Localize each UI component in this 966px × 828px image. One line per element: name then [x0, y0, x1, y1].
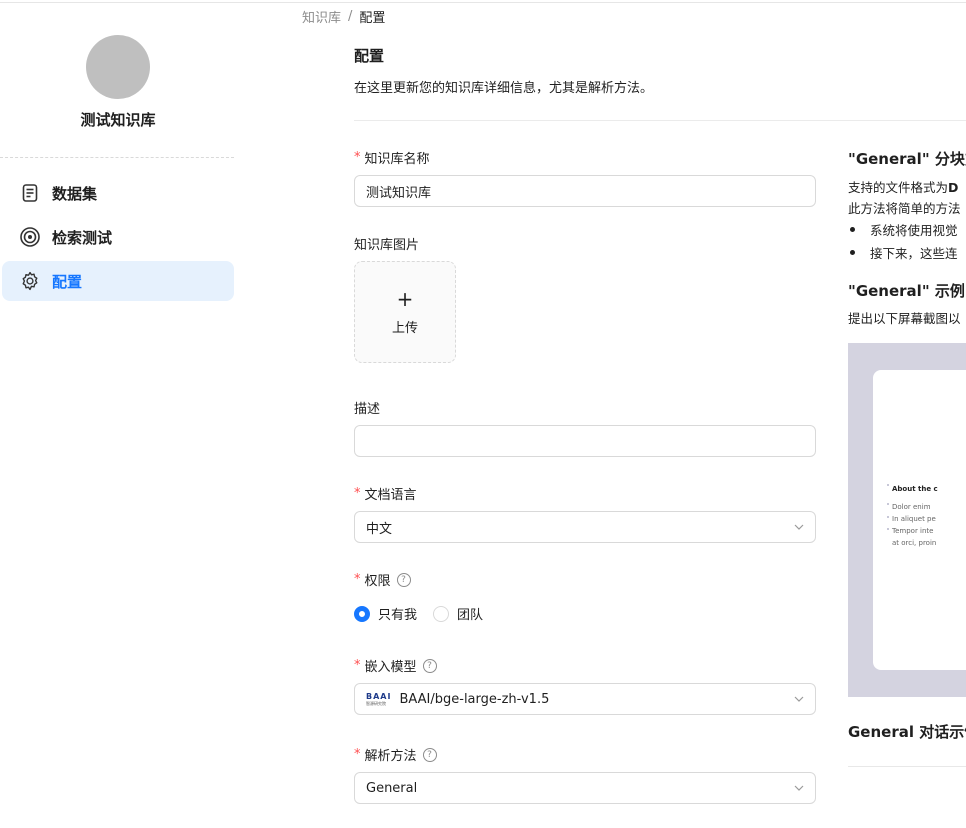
parser-value: General — [366, 780, 418, 796]
parser-label: * 解析方法 ? — [354, 745, 437, 764]
permission-label: * 权限 ? — [354, 570, 411, 589]
doc-line: In aliquet pe — [892, 515, 936, 523]
chevron-down-icon — [794, 785, 804, 791]
image-label-text: 知识库图片 — [354, 238, 420, 253]
name-label: * 知识库名称 — [354, 148, 430, 167]
right-panel-divider — [848, 766, 966, 767]
chevron-down-icon — [794, 524, 804, 530]
parser-method-select[interactable]: General — [354, 772, 816, 804]
language-select[interactable]: 中文 — [354, 511, 816, 543]
parser-label-text: 解析方法 — [364, 749, 417, 764]
baai-logo: BAAI 智源研究院 — [366, 691, 392, 706]
top-border — [0, 2, 966, 3]
parser-example-desc: 提出以下屏幕截图以 — [848, 311, 961, 326]
embedding-label: * 嵌入模型 ? — [354, 656, 437, 675]
required-mark: * — [354, 572, 361, 587]
embedding-model-select[interactable]: BAAI 智源研究院 BAAI/bge-large-zh-v1.5 — [354, 683, 816, 715]
kb-name: 测试知识库 — [80, 111, 156, 129]
sidebar-item-label: 检索测试 — [52, 228, 113, 247]
doc-line: Tempor inte — [892, 527, 934, 535]
sidebar-divider — [0, 157, 234, 158]
example-screenshot: About the c Dolor enim In aliquet pe Tem… — [848, 343, 966, 697]
radio-label: 团队 — [457, 608, 484, 623]
sidebar-item-label: 配置 — [52, 272, 83, 291]
embedding-model-value: BAAI/bge-large-zh-v1.5 — [399, 691, 550, 707]
parser-info-title: "General" 分块方 — [848, 150, 966, 168]
description-label: 描述 — [354, 398, 380, 417]
required-mark: * — [354, 658, 361, 673]
required-mark: * — [354, 486, 361, 501]
language-label: * 文档语言 — [354, 484, 417, 503]
sidebar-item-config[interactable]: 配置 — [2, 261, 234, 301]
header-divider — [354, 120, 966, 121]
description-label-text: 描述 — [354, 402, 381, 417]
sidebar-item-dataset[interactable]: 数据集 — [2, 173, 234, 213]
logo-subtext: 智源研究院 — [366, 700, 386, 706]
name-label-text: 知识库名称 — [364, 152, 430, 167]
breadcrumb-separator: / — [348, 9, 353, 24]
doc-line: at orci, proin — [892, 539, 937, 547]
help-icon[interactable]: ? — [422, 747, 437, 762]
breadcrumb-root-link[interactable]: 知识库 — [302, 7, 341, 26]
required-mark: * — [354, 150, 361, 165]
embedding-model-value-wrap: BAAI 智源研究院 BAAI/bge-large-zh-v1.5 — [366, 692, 549, 707]
help-icon[interactable]: ? — [422, 658, 437, 673]
parser-example-title: "General" 示例 — [848, 282, 965, 300]
permission-only-me-radio[interactable]: 只有我 — [354, 604, 417, 623]
doc-line: About the c — [892, 485, 938, 493]
parser-info-bullet: 系统将使用视觉 — [848, 220, 958, 239]
language-label-text: 文档语言 — [364, 488, 417, 503]
help-icon[interactable]: ? — [396, 572, 411, 587]
parser-info-formats: 支持的文件格式为D — [848, 177, 958, 196]
bullet-text: 系统将使用视觉 — [870, 223, 958, 238]
sidebar-item-label: 数据集 — [52, 184, 98, 203]
target-icon — [18, 225, 42, 249]
page-description: 在这里更新您的知识库详细信息，尤其是解析方法。 — [354, 81, 654, 96]
breadcrumb-current: 配置 — [359, 11, 386, 26]
radio-label: 只有我 — [378, 608, 418, 623]
doc-marker — [887, 484, 889, 486]
chat-example-title: General 对话示例 — [848, 723, 966, 741]
doc-marker — [887, 528, 889, 530]
parser-info-method: 此方法将简单的方法 — [848, 201, 961, 216]
doc-marker — [887, 503, 889, 505]
plus-icon: + — [396, 286, 414, 311]
radio-dot — [433, 605, 450, 622]
document-icon — [18, 181, 42, 205]
parser-info-bullet: 接下来，这些连 — [848, 243, 958, 262]
kb-name-input[interactable] — [354, 175, 816, 207]
formats-prefix: 支持的文件格式为 — [848, 180, 949, 195]
logo-text: BAAI — [366, 691, 392, 701]
page-title: 配置 — [354, 47, 385, 65]
doc-line: Dolor enim — [892, 503, 931, 511]
radio-dot — [354, 605, 370, 622]
image-upload-button[interactable]: + 上传 — [354, 261, 456, 363]
chevron-down-icon — [794, 696, 804, 702]
doc-marker — [887, 516, 889, 518]
permission-radio-group: 只有我 团队 — [354, 604, 499, 623]
description-input[interactable] — [354, 425, 816, 457]
embedding-label-text: 嵌入模型 — [364, 660, 417, 675]
bullet-dot — [850, 250, 855, 255]
formats-bold: D — [948, 180, 959, 195]
bullet-text: 接下来，这些连 — [870, 246, 958, 261]
gear-icon — [18, 269, 42, 293]
permission-label-text: 权限 — [364, 574, 391, 589]
image-label: 知识库图片 — [354, 234, 419, 253]
kb-avatar — [86, 35, 150, 99]
sidebar-item-retrieval-test[interactable]: 检索测试 — [2, 217, 234, 257]
required-mark: * — [354, 747, 361, 762]
bullet-dot — [850, 227, 855, 232]
upload-label: 上传 — [391, 320, 418, 336]
permission-team-radio[interactable]: 团队 — [433, 604, 483, 623]
breadcrumb: 知识库 / 配置 — [302, 7, 385, 26]
language-value: 中文 — [366, 521, 393, 537]
